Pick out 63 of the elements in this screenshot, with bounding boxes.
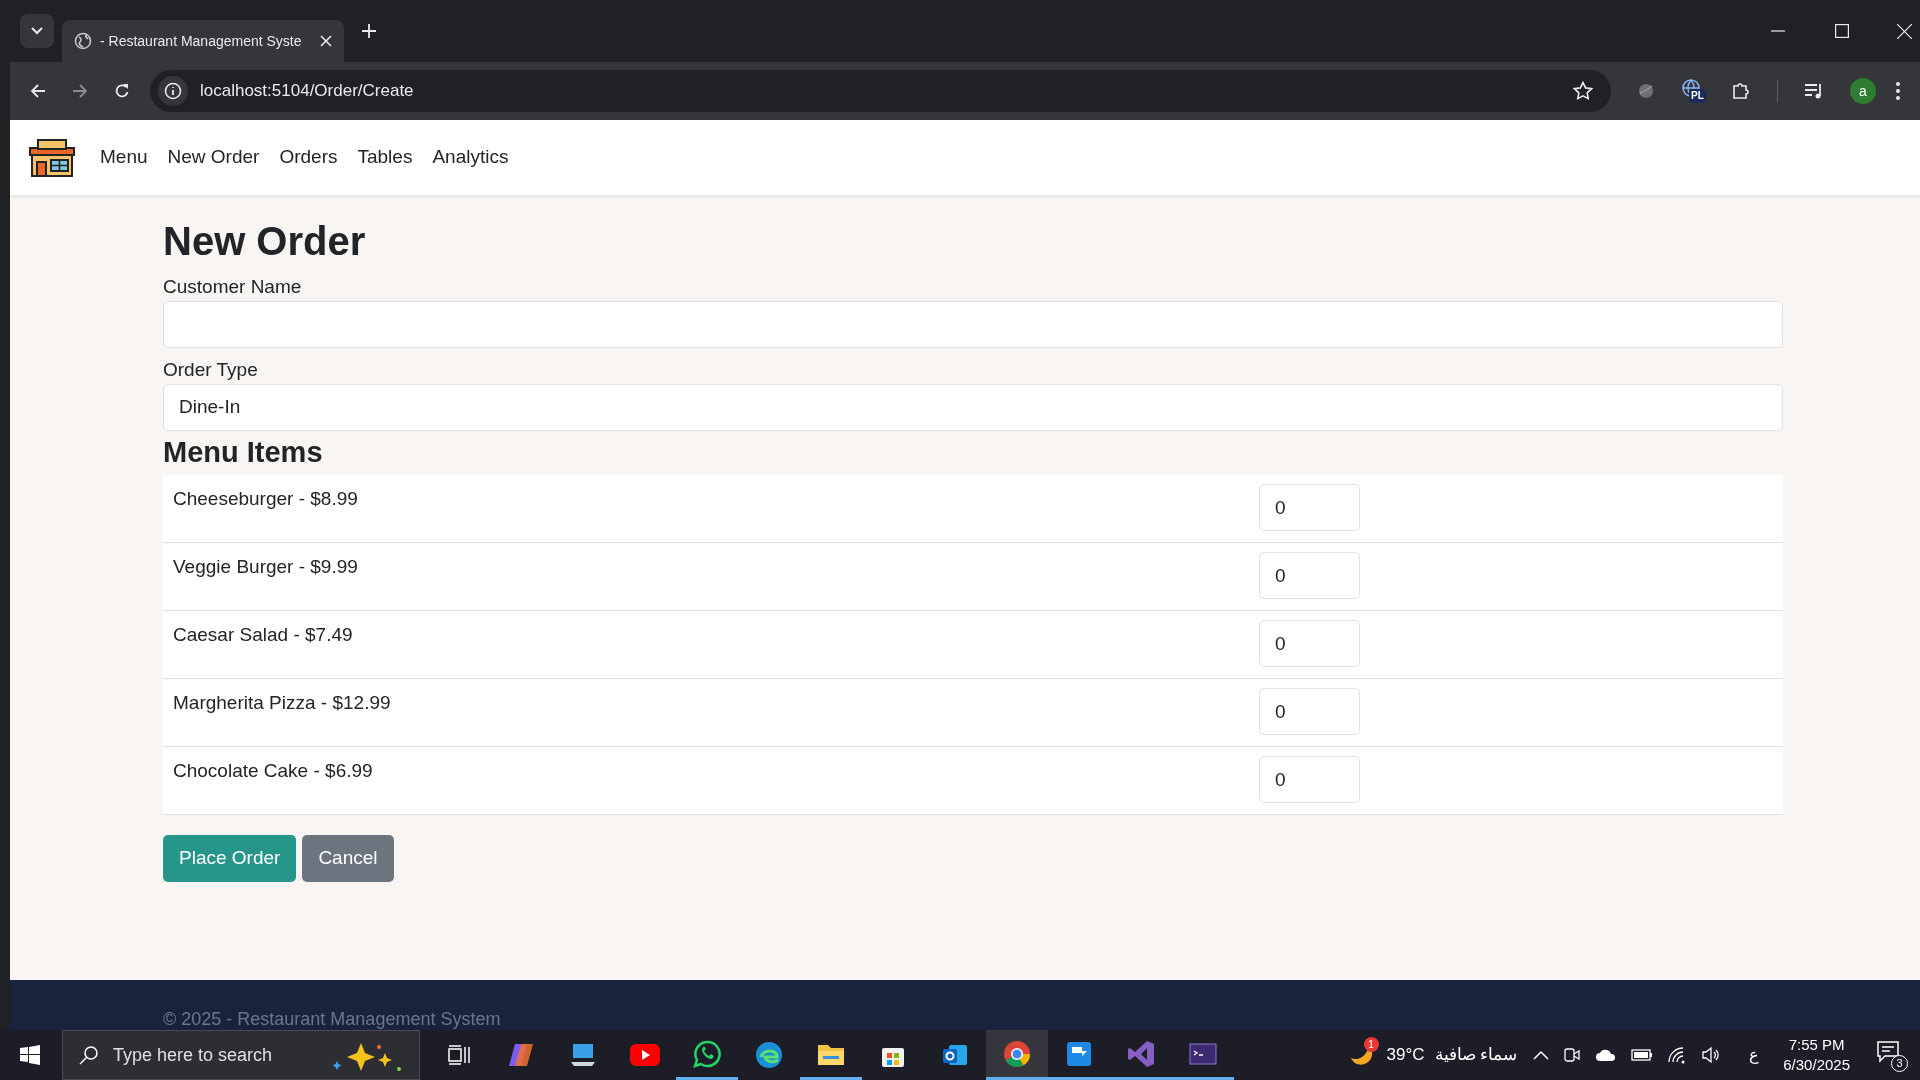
menu-item-label: Chocolate Cake - $6.99 xyxy=(173,759,374,783)
speaker-icon[interactable] xyxy=(1701,1046,1722,1064)
clock[interactable]: 7:55 PM 6/30/2025 xyxy=(1783,1035,1850,1075)
nav-link[interactable]: New Order xyxy=(167,143,260,172)
taskbar-search-field[interactable]: Type here to search xyxy=(62,1030,420,1080)
tab-title: - Restaurant Management Syste xyxy=(100,31,303,51)
back-arrow-icon[interactable] xyxy=(30,83,46,99)
more-vertical-icon[interactable] xyxy=(1896,82,1900,100)
place-order-button[interactable]: Place Order xyxy=(163,835,297,882)
page-title: New Order xyxy=(163,218,367,265)
close-icon[interactable] xyxy=(320,35,332,47)
maximize-icon[interactable] xyxy=(1835,24,1849,38)
search-icon xyxy=(79,1045,99,1065)
camera-icon[interactable] xyxy=(1563,1046,1582,1064)
customer-name-field[interactable] xyxy=(163,301,1783,348)
nav-link[interactable]: Tables xyxy=(357,143,413,172)
language-indicator[interactable]: ع xyxy=(1749,1043,1760,1067)
menu-item-label: Margherita Pizza - $12.99 xyxy=(173,691,392,715)
extension-badge: PL xyxy=(1689,89,1706,103)
tab-list-button[interactable] xyxy=(20,14,54,48)
menu-item-label: Veggie Burger - $9.99 xyxy=(173,555,359,579)
nav-link[interactable]: Orders xyxy=(279,143,338,172)
globe-icon xyxy=(74,32,92,50)
section-heading: Menu Items xyxy=(163,435,324,469)
media-controls-icon[interactable] xyxy=(1804,82,1824,100)
temperature-text: 39°C xyxy=(1386,1044,1425,1067)
browser-tab[interactable]: - Restaurant Management Syste xyxy=(62,20,344,62)
nav-link[interactable]: Analytics xyxy=(432,143,509,172)
order-type-select[interactable]: Dine-In xyxy=(163,384,1783,431)
chevron-up-icon[interactable] xyxy=(1533,1050,1550,1060)
cloud-icon[interactable] xyxy=(1595,1048,1618,1062)
chevron-down-icon xyxy=(30,26,44,36)
windows-start-icon[interactable] xyxy=(20,1045,40,1065)
search-placeholder: Type here to search xyxy=(113,1043,274,1067)
weather-badge: 1 xyxy=(1363,1037,1379,1052)
url-text: localhost:5104/Order/Create xyxy=(200,80,415,103)
nav-link[interactable]: Menu xyxy=(100,143,148,172)
puzzle-icon[interactable] xyxy=(1731,81,1751,101)
quantity-field[interactable]: 0 xyxy=(1259,552,1360,599)
field-label: Customer Name xyxy=(163,275,303,299)
reload-icon[interactable] xyxy=(114,83,130,99)
field-label: Order Type xyxy=(163,358,259,382)
battery-icon[interactable] xyxy=(1631,1048,1654,1062)
quantity-field[interactable]: 0 xyxy=(1259,620,1360,667)
address-bar[interactable]: localhost:5104/Order/Create xyxy=(150,70,1611,112)
quantity-field[interactable]: 0 xyxy=(1259,688,1360,735)
quantity-field[interactable]: 0 xyxy=(1259,756,1360,803)
weather-text: سماء صافية xyxy=(1434,1044,1518,1067)
notification-count: 3 xyxy=(1891,1055,1908,1072)
profile-avatar[interactable]: a xyxy=(1850,78,1876,104)
chrome-icon[interactable] xyxy=(986,1030,1048,1080)
menu-item-label: Caesar Salad - $7.49 xyxy=(173,623,354,647)
restaurant-logo-icon[interactable] xyxy=(28,137,76,178)
footer-text: © 2025 - Restaurant Management System xyxy=(163,1009,501,1029)
menu-item-label: Cheeseburger - $8.99 xyxy=(173,487,359,511)
cancel-button[interactable]: Cancel xyxy=(302,835,394,882)
close-icon[interactable] xyxy=(1897,23,1912,39)
quantity-field[interactable]: 0 xyxy=(1259,484,1360,531)
extension-icon[interactable] xyxy=(1637,82,1655,100)
star-icon[interactable] xyxy=(1573,81,1593,101)
info-icon[interactable] xyxy=(164,82,182,100)
forward-arrow-icon[interactable] xyxy=(72,83,88,99)
new-tab-icon[interactable] xyxy=(362,24,376,38)
